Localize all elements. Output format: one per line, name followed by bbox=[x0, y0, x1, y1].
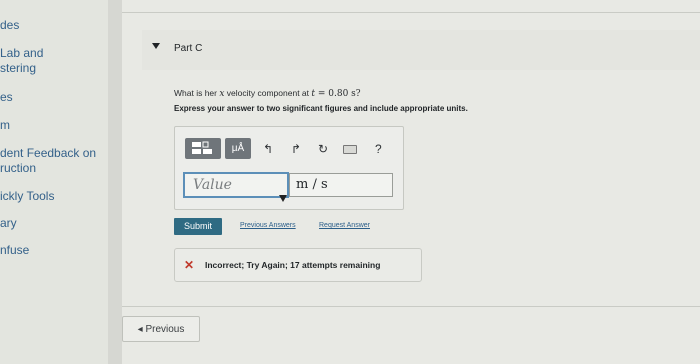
question-time: = 0.80 s? bbox=[315, 89, 361, 99]
sidebar-item-label: ary bbox=[0, 216, 17, 230]
sidebar-item-lab-mastering[interactable]: Lab and stering bbox=[0, 46, 43, 76]
section-divider bbox=[122, 306, 700, 307]
units-button[interactable]: μÅ bbox=[225, 138, 251, 159]
previous-button[interactable]: ◂ Previous bbox=[122, 316, 200, 342]
x-icon: ✕ bbox=[184, 258, 195, 272]
sidebar-item-label: ickly Tools bbox=[0, 189, 55, 203]
templates-button[interactable] bbox=[185, 138, 221, 159]
sidebar-item-label: nfuse bbox=[0, 243, 30, 257]
sidebar-item-label: stering bbox=[0, 61, 37, 75]
sidebar-item-ary[interactable]: ary bbox=[0, 216, 17, 231]
units-label: μÅ bbox=[231, 143, 245, 154]
request-answer-link[interactable]: Request Answer bbox=[319, 222, 370, 229]
question-middle: velocity component at bbox=[224, 88, 312, 98]
chevron-down-icon[interactable] bbox=[152, 43, 160, 49]
course-sidebar: des Lab and stering es m dent Feedback o… bbox=[0, 0, 108, 364]
part-header[interactable] bbox=[142, 30, 700, 70]
sidebar-item-label: m bbox=[0, 118, 10, 132]
question-text: What is her x velocity component at t = … bbox=[174, 88, 361, 99]
sidebar-item-es[interactable]: es bbox=[0, 90, 13, 105]
value-input[interactable]: Value bbox=[183, 172, 289, 198]
sidebar-item-quickly-tools[interactable]: ickly Tools bbox=[0, 189, 54, 204]
feedback-message: Incorrect; Try Again; 17 attempts remain… bbox=[205, 260, 381, 270]
sidebar-item-label: ruction bbox=[0, 161, 37, 175]
previous-answers-link[interactable]: Previous Answers bbox=[240, 222, 296, 229]
keyboard-icon[interactable] bbox=[343, 145, 357, 154]
answer-instruction: Express your answer to two significant f… bbox=[174, 104, 468, 113]
feedback-box: ✕ Incorrect; Try Again; 17 attempts rema… bbox=[174, 248, 422, 282]
sidebar-item-label: Lab and bbox=[0, 46, 44, 60]
math-toolbar: μÅ ↰ ↱ ↻ ? bbox=[185, 138, 395, 160]
sidebar-item-label: des bbox=[0, 18, 20, 32]
help-icon[interactable]: ? bbox=[375, 140, 382, 158]
question-prefix: What is her bbox=[174, 88, 220, 98]
redo-icon[interactable]: ↱ bbox=[291, 140, 301, 158]
undo-icon[interactable]: ↰ bbox=[263, 140, 273, 158]
part-title: Part C bbox=[174, 43, 203, 54]
templates-icon bbox=[192, 141, 212, 155]
top-divider bbox=[122, 0, 700, 13]
sidebar-item-infuse[interactable]: nfuse bbox=[0, 243, 29, 258]
sidebar-item-student-feedback[interactable]: dent Feedback on ruction bbox=[0, 146, 96, 176]
unit-input[interactable]: m / s bbox=[289, 173, 393, 197]
sidebar-item-label: es bbox=[0, 90, 13, 104]
main-content: Part C What is her x velocity component … bbox=[122, 0, 700, 364]
reset-icon[interactable]: ↻ bbox=[318, 140, 328, 158]
mouse-cursor-icon bbox=[279, 195, 287, 202]
submit-button[interactable]: Submit bbox=[174, 218, 222, 235]
sidebar-item-grades[interactable]: des bbox=[0, 18, 19, 33]
sidebar-item-m[interactable]: m bbox=[0, 118, 10, 133]
answer-box: μÅ ↰ ↱ ↻ ? Value m / s bbox=[174, 126, 404, 210]
sidebar-item-label: dent Feedback on bbox=[0, 146, 97, 160]
